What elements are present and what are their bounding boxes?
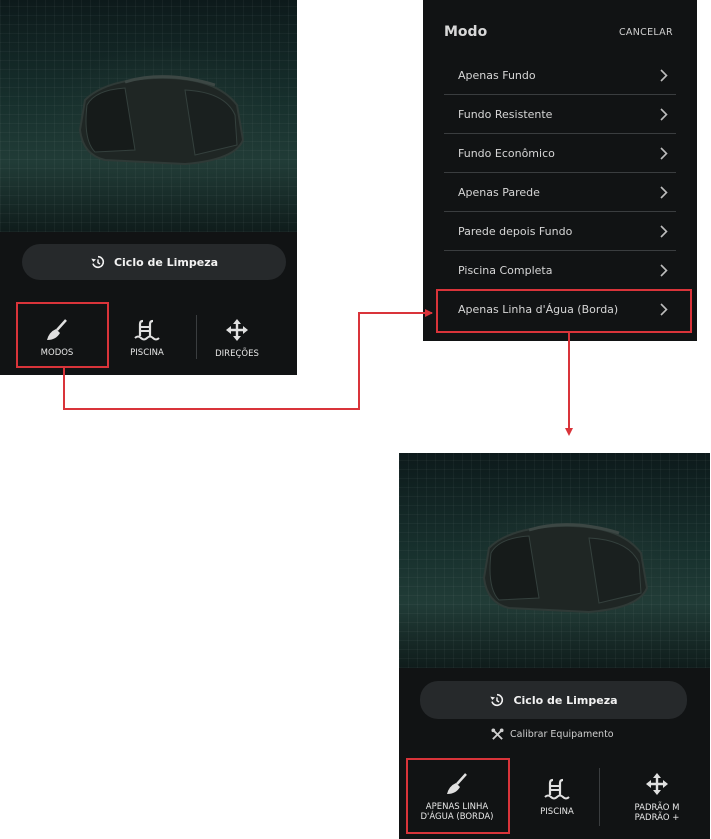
flow-arrows [63,309,573,436]
arrowhead-down [565,428,573,436]
arrowhead-right [425,309,433,317]
arrow-modos-to-menu [63,312,432,410]
